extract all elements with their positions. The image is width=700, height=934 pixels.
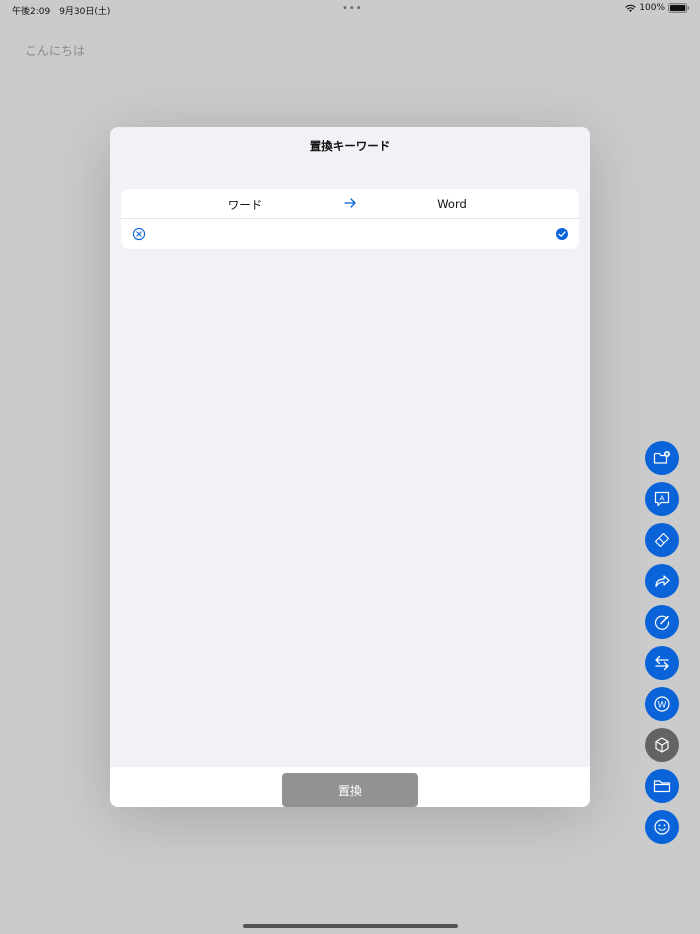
emoji-button[interactable] — [645, 810, 679, 844]
share-button[interactable] — [645, 564, 679, 598]
svg-text:A: A — [659, 494, 664, 503]
text-bubble-button[interactable]: A — [645, 482, 679, 516]
circle-w-icon: W — [654, 696, 670, 712]
cube-icon — [655, 737, 669, 753]
multitasking-dots[interactable]: ••• — [342, 3, 363, 14]
home-indicator — [243, 924, 458, 928]
swap-arrows-icon — [655, 655, 669, 671]
share-arrow-icon — [655, 575, 670, 588]
modal-title: 置換キーワード — [309, 139, 391, 153]
replace-button[interactable]: 置換 — [282, 773, 418, 807]
note-text[interactable]: こんにちは — [25, 42, 85, 59]
folder-icon — [653, 780, 671, 793]
battery-percent: 100% — [639, 3, 665, 13]
wifi-icon — [625, 4, 636, 12]
keyword-list: ワード Word — [121, 189, 579, 249]
circle-pen-icon — [654, 615, 670, 630]
arrow-right-icon — [344, 198, 356, 208]
status-bar: 午後2:09 9月30日(土) ••• 100% — [0, 0, 700, 18]
checkmark-circle-icon[interactable] — [555, 227, 569, 241]
box-button[interactable] — [645, 728, 679, 762]
eraser-button[interactable] — [645, 523, 679, 557]
edit-button[interactable] — [645, 605, 679, 639]
clear-circle-x-icon[interactable] — [132, 227, 146, 241]
new-folder-button[interactable] — [645, 441, 679, 475]
eraser-icon — [654, 532, 670, 548]
to-word: Word — [437, 197, 467, 211]
word-button[interactable]: W — [645, 687, 679, 721]
battery-icon — [668, 3, 689, 13]
status-right: 100% — [625, 3, 690, 13]
keyword-row[interactable]: ワード Word — [121, 189, 579, 219]
folder-plus-icon — [653, 451, 670, 464]
smiley-icon — [654, 819, 670, 835]
new-keyword-row[interactable] — [121, 219, 579, 249]
swap-button[interactable] — [645, 646, 679, 680]
modal-footer: 置換 — [110, 767, 590, 807]
folder-button[interactable] — [645, 769, 679, 803]
replace-keywords-modal: 置換キーワード ワード Word 置換 — [110, 127, 590, 807]
from-word: ワード — [227, 198, 263, 212]
speech-bubble-a-icon: A — [654, 491, 670, 507]
status-time: 午後2:09 9月30日(土) — [12, 7, 111, 17]
svg-text:W: W — [658, 699, 667, 709]
